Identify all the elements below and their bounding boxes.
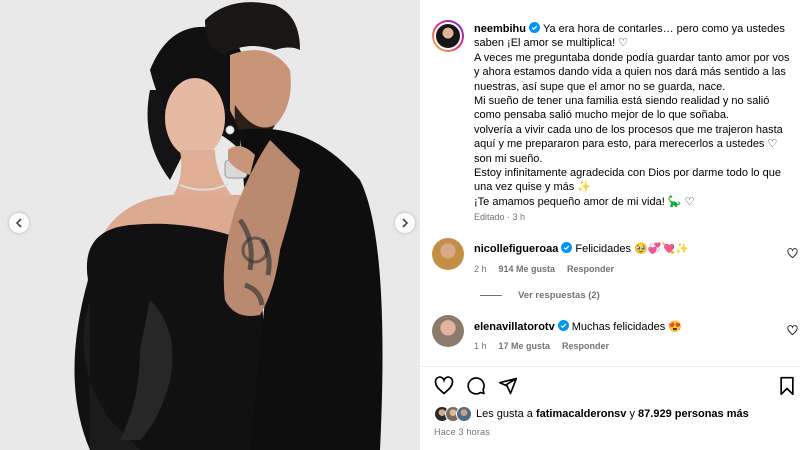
caption-line: A veces me preguntaba donde podía guarda… bbox=[474, 51, 790, 93]
comment-meta: 1 h 17 Me gusta Responder bbox=[474, 341, 609, 351]
view-replies-button[interactable]: Ver respuestas (2) bbox=[480, 290, 600, 301]
comment-text: Felicidades 🥹💞💘✨ bbox=[575, 243, 689, 255]
comment-meta: 2 h 914 Me gusta Responder bbox=[474, 264, 614, 274]
save-button[interactable] bbox=[778, 376, 796, 401]
commenter-username[interactable]: elenavillatorotv bbox=[474, 321, 555, 333]
caption-line: volvería a vivir cada uno de los proceso… bbox=[474, 123, 783, 165]
comment-like-heart-icon[interactable] bbox=[787, 325, 798, 336]
comment-text: Muchas felicidades 😍 bbox=[571, 321, 683, 333]
likes-prefix: Les gusta a bbox=[476, 408, 533, 420]
bookmark-icon bbox=[780, 376, 794, 396]
post-caption: neembihu Ya era hora de contarles… pero c… bbox=[474, 22, 792, 209]
likes-middle: y bbox=[629, 408, 635, 420]
couple-photo bbox=[0, 0, 420, 450]
likers-avatars bbox=[434, 406, 472, 422]
post-image bbox=[0, 0, 420, 450]
actions-divider bbox=[420, 366, 800, 367]
commenter-avatar[interactable] bbox=[432, 238, 464, 270]
caption-line: Mi sueño de tener una familia está siend… bbox=[474, 95, 770, 122]
reply-button[interactable]: Responder bbox=[567, 264, 614, 274]
view-replies-label: Ver respuestas (2) bbox=[518, 290, 600, 301]
liker-username[interactable]: fatimacalderonsv bbox=[536, 408, 626, 420]
next-image-button[interactable] bbox=[395, 213, 415, 233]
comment: elenavillatorotv Muchas felicidades 😍 bbox=[474, 320, 682, 334]
caption-meta: Editado · 3 h bbox=[474, 212, 526, 222]
heart-icon bbox=[434, 376, 454, 395]
likes-count[interactable]: 87.929 personas más bbox=[638, 408, 749, 420]
comment-likes[interactable]: 17 Me gusta bbox=[499, 341, 551, 351]
share-icon bbox=[498, 377, 518, 395]
comment-time: 2 h bbox=[474, 264, 487, 274]
comment: nicollefigueroaa Felicidades 🥹💞💘✨ bbox=[474, 242, 689, 256]
liker-avatar bbox=[456, 406, 472, 422]
verified-badge-icon bbox=[561, 242, 573, 253]
author-avatar[interactable] bbox=[432, 20, 464, 52]
comment-button[interactable] bbox=[466, 376, 486, 401]
comment-icon bbox=[467, 377, 485, 395]
like-button[interactable] bbox=[434, 376, 454, 401]
reply-button[interactable]: Responder bbox=[562, 341, 609, 351]
author-username[interactable]: neembihu bbox=[474, 23, 526, 35]
caption-line: Estoy infinitamente agradecida con Dios … bbox=[474, 167, 781, 194]
chevron-left-icon bbox=[15, 218, 22, 228]
previous-image-button[interactable] bbox=[9, 213, 29, 233]
post-actions bbox=[434, 376, 796, 398]
verified-badge-icon bbox=[557, 320, 569, 331]
commenter-username[interactable]: nicollefigueroaa bbox=[474, 243, 558, 255]
replies-line bbox=[480, 295, 502, 296]
edited-time: 3 h bbox=[512, 212, 526, 222]
post-details-panel: neembihu Ya era hora de contarles… pero c… bbox=[420, 0, 800, 450]
comment-like-heart-icon[interactable] bbox=[787, 248, 798, 259]
posted-time: Hace 3 horas bbox=[434, 427, 490, 437]
comment-time: 1 h bbox=[474, 341, 487, 351]
likes-summary[interactable]: Les gusta a fatimacalderonsv y 87.929 pe… bbox=[434, 405, 749, 423]
share-button[interactable] bbox=[498, 376, 518, 401]
edited-label: Editado bbox=[474, 212, 505, 222]
comment-likes[interactable]: 914 Me gusta bbox=[499, 264, 556, 274]
verified-badge-icon bbox=[528, 22, 540, 33]
commenter-avatar[interactable] bbox=[432, 315, 464, 347]
caption-line: ¡Te amamos pequeño amor de mi vida! 🦕 ♡ bbox=[474, 195, 695, 208]
chevron-right-icon bbox=[402, 218, 409, 228]
